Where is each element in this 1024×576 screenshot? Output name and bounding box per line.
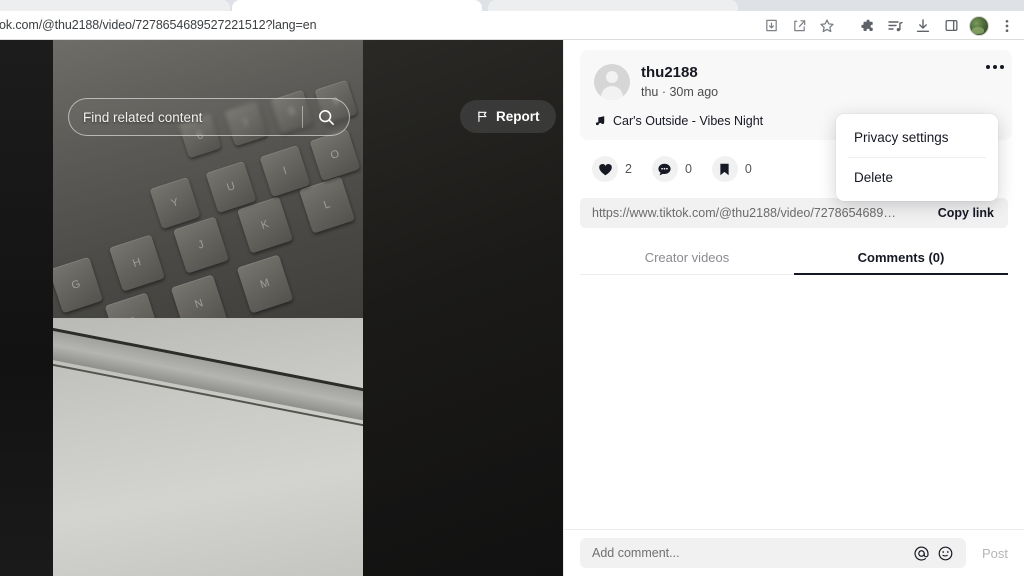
comment-input[interactable]: Add comment... xyxy=(580,538,966,568)
stat-bookmark: 0 xyxy=(711,156,752,182)
mention-icon[interactable] xyxy=(910,541,934,565)
keyboard-key: J xyxy=(172,216,230,274)
address-bar-url[interactable]: ok.com/@thu2188/video/727865468952722151… xyxy=(0,18,317,32)
options-dropdown-menu: Privacy settings Delete xyxy=(836,114,998,201)
tab-creator-videos[interactable]: Creator videos xyxy=(580,242,794,274)
browser-tab-active[interactable] xyxy=(232,0,482,11)
detail-tabs: Creator videos Comments (0) xyxy=(580,242,1008,275)
share-icon[interactable] xyxy=(786,13,812,39)
username[interactable]: thu2188 xyxy=(641,64,718,83)
stat-comment: 0 xyxy=(651,156,692,182)
music-note-icon xyxy=(595,116,605,126)
extensions-puzzle-icon[interactable] xyxy=(854,13,880,39)
video-letterbox-left xyxy=(0,40,53,576)
browser-tab[interactable] xyxy=(488,0,738,11)
like-count: 2 xyxy=(625,162,632,176)
downloads-icon[interactable] xyxy=(910,13,936,39)
more-options-button[interactable] xyxy=(980,56,1010,78)
comment-placeholder: Add comment... xyxy=(592,546,680,560)
bookmark-icon[interactable] xyxy=(711,156,738,182)
music-title: Car's Outside - Vibes Night xyxy=(613,114,764,128)
search-placeholder: Find related content xyxy=(83,109,203,125)
keyboard-key: M xyxy=(236,254,294,314)
search-icon[interactable] xyxy=(303,108,349,127)
bookmark-count: 0 xyxy=(744,162,752,176)
avatar[interactable] xyxy=(594,64,630,100)
share-link-row: https://www.tiktok.com/@thu2188/video/72… xyxy=(580,198,1008,228)
browser-toolbar: ok.com/@thu2188/video/727865468952722151… xyxy=(0,11,1024,40)
install-app-icon[interactable] xyxy=(758,13,784,39)
report-button[interactable]: Report xyxy=(460,100,556,133)
post-comment-button[interactable]: Post xyxy=(966,546,1010,561)
report-label: Report xyxy=(496,109,540,124)
bookmark-star-icon[interactable] xyxy=(814,13,840,39)
keyboard-key: O xyxy=(309,128,361,182)
heart-icon[interactable] xyxy=(592,156,618,182)
copy-link-button[interactable]: Copy link xyxy=(924,206,1008,220)
reading-list-icon[interactable] xyxy=(882,13,908,39)
side-panel-icon[interactable] xyxy=(938,13,964,39)
browser-window: ok.com/@thu2188/video/727865468952722151… xyxy=(0,0,1024,576)
emoji-icon[interactable] xyxy=(934,541,958,565)
keyboard-image: GHJKLBNMYUIO6789 xyxy=(53,40,363,352)
browser-tab-strip xyxy=(0,0,1024,11)
post-meta: thu · 30m ago xyxy=(641,84,719,99)
keyboard-key: G xyxy=(53,256,104,314)
keyboard-key: H xyxy=(108,234,166,292)
comment-composer: Add comment... Post xyxy=(564,529,1024,576)
comments-list-empty xyxy=(564,275,1024,455)
browser-tab[interactable] xyxy=(0,0,230,11)
comment-count: 0 xyxy=(684,162,692,176)
keyboard-key: K xyxy=(236,196,294,254)
tab-comments[interactable]: Comments (0) xyxy=(794,242,1008,275)
profile-avatar[interactable] xyxy=(966,13,992,39)
menu-item-delete[interactable]: Delete xyxy=(836,158,998,197)
share-url-text[interactable]: https://www.tiktok.com/@thu2188/video/72… xyxy=(580,206,924,220)
keyboard-key: Y xyxy=(149,176,201,230)
comment-icon[interactable] xyxy=(651,156,678,182)
chrome-menu-icon[interactable] xyxy=(994,13,1020,39)
flag-icon xyxy=(478,111,487,122)
stat-like: 2 xyxy=(592,156,632,182)
menu-item-privacy-settings[interactable]: Privacy settings xyxy=(836,118,998,157)
toolbar-icon-group xyxy=(758,11,1020,40)
palmrest-image xyxy=(53,318,363,576)
find-related-content-search[interactable]: Find related content xyxy=(68,98,350,136)
user-row[interactable]: thu2188 thu · 30m ago xyxy=(594,64,998,100)
video-player[interactable]: GHJKLBNMYUIO6789 Find related content xyxy=(0,40,563,576)
